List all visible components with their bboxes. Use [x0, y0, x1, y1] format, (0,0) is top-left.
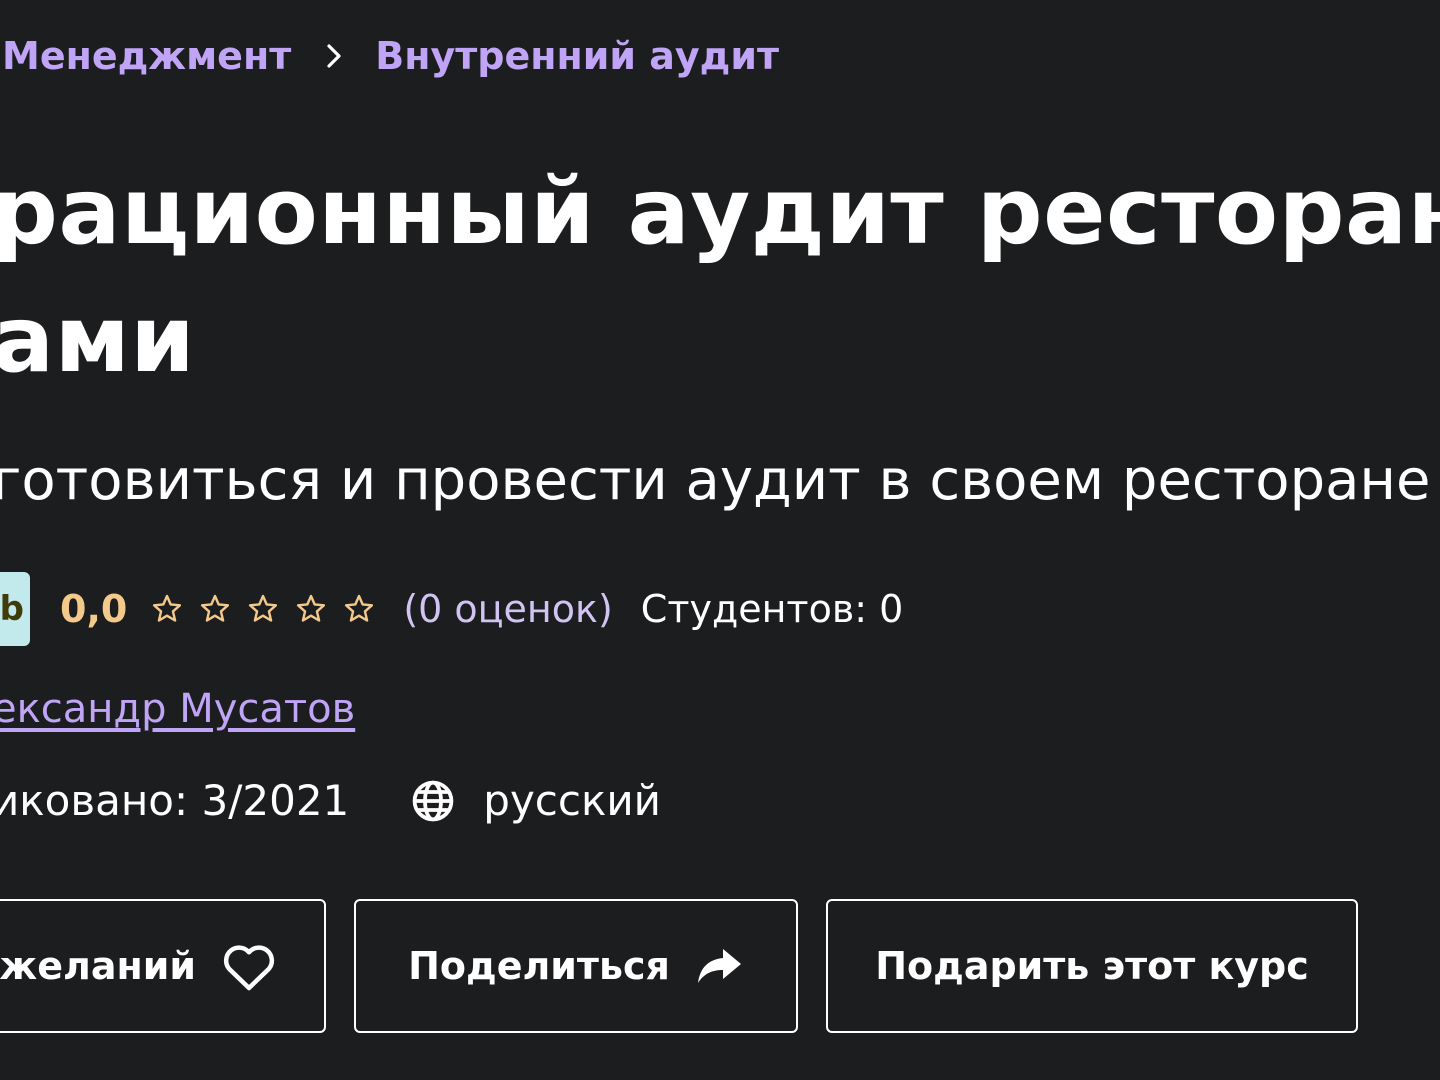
star-outline-icon	[243, 589, 283, 629]
course-header: Менеджмент Внутренний аудит рационный ау…	[0, 0, 1440, 1080]
share-button-label: Поделиться	[408, 944, 670, 988]
globe-icon	[409, 777, 457, 825]
breadcrumb: Менеджмент Внутренний аудит	[2, 34, 779, 78]
rating-row: 0,0 (0 оценок) Студентов: 0	[60, 581, 903, 637]
course-title: рационный аудит ресторана ами	[0, 148, 1440, 404]
student-count: Студентов: 0	[640, 587, 904, 631]
rating-count-link[interactable]: (0 оценок)	[403, 587, 612, 631]
meta-row: иковано: 3/2021 русский	[0, 776, 661, 825]
chevron-right-icon	[325, 43, 343, 69]
rating-stars	[147, 589, 387, 629]
course-title-line-1: рационный аудит ресторана	[0, 158, 1440, 265]
course-language: русский	[483, 776, 661, 825]
share-arrow-icon	[694, 946, 744, 986]
breadcrumb-item-internal-audit[interactable]: Внутренний аудит	[375, 34, 779, 78]
star-outline-icon	[147, 589, 187, 629]
wishlist-button-label: желаний	[0, 944, 196, 988]
gift-course-button[interactable]: Подарить этот курс	[826, 899, 1358, 1033]
star-outline-icon	[339, 589, 379, 629]
breadcrumb-item-management[interactable]: Менеджмент	[2, 34, 291, 78]
star-outline-icon	[195, 589, 235, 629]
rating-value: 0,0	[60, 587, 128, 631]
course-title-line-2: ами	[0, 286, 196, 393]
course-badge: b	[0, 572, 30, 646]
wishlist-button[interactable]: желаний	[0, 899, 326, 1033]
instructor-link[interactable]: ександр Мусатов	[0, 686, 355, 732]
heart-outline-icon	[220, 940, 278, 992]
star-outline-icon	[291, 589, 331, 629]
author-row: ександр Мусатов	[0, 686, 355, 732]
course-subtitle: готовиться и провести аудит в своем рест…	[0, 448, 1431, 513]
gift-course-button-label: Подарить этот курс	[875, 944, 1309, 988]
published-date: иковано: 3/2021	[0, 776, 350, 825]
share-button[interactable]: Поделиться	[354, 899, 798, 1033]
